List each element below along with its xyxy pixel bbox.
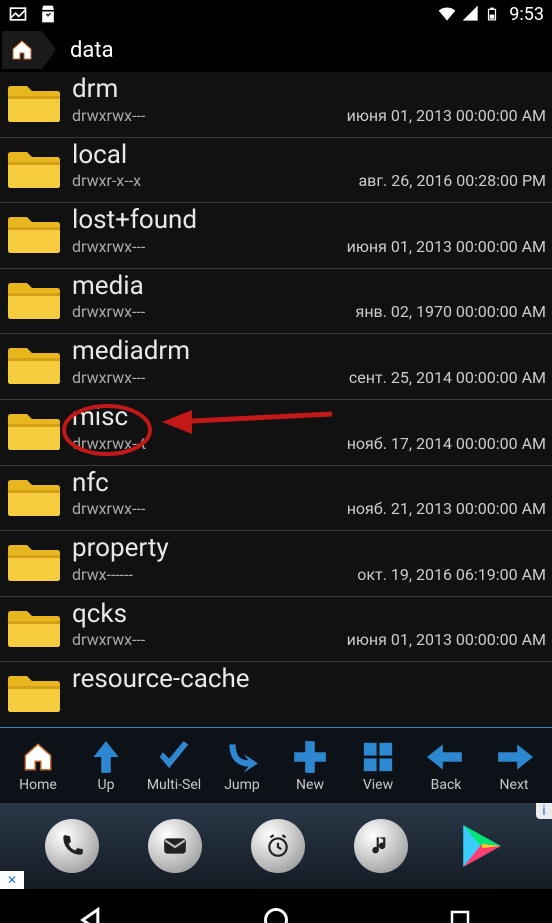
list-item[interactable]: media drwxrwx--- янв. 02, 1970 00:00:00 …	[0, 269, 552, 335]
navigation-bar	[0, 889, 552, 923]
ad-mail-icon	[148, 819, 202, 873]
file-date: авг. 26, 2016 00:28:00 PM	[358, 171, 546, 190]
grid-icon	[361, 740, 395, 774]
folder-icon	[6, 606, 62, 650]
breadcrumb-home-button[interactable]	[2, 31, 42, 69]
view-button[interactable]: View	[344, 737, 412, 793]
folder-icon	[6, 212, 62, 256]
up-button[interactable]: Up	[72, 737, 140, 793]
list-item[interactable]: lost+found drwxrwx--- июня 01, 2013 00:0…	[0, 203, 552, 269]
home-icon	[10, 38, 34, 62]
toolbar-label: Next	[500, 777, 529, 793]
left-arrow-icon	[427, 738, 465, 776]
picture-icon	[8, 4, 28, 24]
breadcrumb-path[interactable]: data	[70, 38, 114, 63]
file-date: окт. 19, 2016 06:19:00 AM	[357, 565, 546, 584]
toolbar-label: New	[296, 777, 324, 793]
file-name: media	[72, 272, 546, 301]
up-arrow-icon	[87, 738, 125, 776]
ad-close-button[interactable]: ✕	[0, 871, 24, 889]
ad-music-icon	[354, 819, 408, 873]
file-date: июня 01, 2013 00:00:00 AM	[347, 106, 546, 125]
ad-play-icon	[457, 821, 507, 871]
check-icon	[155, 738, 193, 776]
file-name: drm	[72, 75, 546, 104]
file-name: nfc	[72, 469, 546, 498]
folder-icon	[6, 475, 62, 519]
folder-icon	[6, 671, 62, 715]
toolbar-label: View	[363, 777, 393, 793]
battery-icon	[485, 4, 499, 24]
toolbar-label: Up	[98, 777, 115, 793]
list-item[interactable]: nfc drwxrwx--- нояб. 21, 2013 00:00:00 A…	[0, 466, 552, 532]
file-permissions: drwxrwx---	[72, 106, 145, 125]
nav-back-button[interactable]	[62, 900, 122, 923]
file-name: qcks	[72, 600, 546, 629]
file-permissions: drwxr-x--x	[72, 171, 141, 190]
next-button[interactable]: Next	[480, 737, 548, 793]
toolbar-label: Jump	[224, 777, 260, 793]
back-button[interactable]: Back	[412, 737, 480, 793]
folder-icon	[6, 81, 62, 125]
folder-icon	[6, 147, 62, 191]
jump-button[interactable]: Jump	[208, 737, 276, 793]
status-bar: 9:53	[0, 0, 552, 28]
file-name: mediadrm	[72, 337, 546, 366]
multisel-button[interactable]: Multi-Sel	[140, 737, 208, 793]
file-name: misc	[72, 403, 546, 432]
file-permissions: drwxrwx---	[72, 630, 145, 649]
signal-icon	[461, 4, 481, 24]
file-name: local	[72, 141, 546, 170]
list-item[interactable]: misc drwxrwx--t нояб. 17, 2014 00:00:00 …	[0, 400, 552, 466]
new-button[interactable]: New	[276, 737, 344, 793]
folder-icon	[6, 409, 62, 453]
ad-banner[interactable]: ✕ i	[0, 803, 552, 889]
list-item[interactable]: property drwx------ окт. 19, 2016 06:19:…	[0, 531, 552, 597]
jump-icon	[223, 738, 261, 776]
file-permissions: drwxrwx---	[72, 302, 145, 321]
file-permissions: drwx------	[72, 565, 133, 584]
toolbar-label: Home	[19, 777, 57, 793]
file-date: нояб. 21, 2013 00:00:00 AM	[347, 499, 546, 518]
clock: 9:53	[509, 4, 544, 25]
list-item[interactable]: mediadrm drwxrwx--- сент. 25, 2014 00:00…	[0, 334, 552, 400]
toolbar-label: Back	[431, 777, 462, 793]
breadcrumb: data	[0, 28, 552, 72]
file-permissions: drwxrwx---	[72, 368, 145, 387]
folder-icon	[6, 343, 62, 387]
home-icon	[21, 740, 55, 774]
toolbar: Home Up Multi-Sel Jump New View Back Nex…	[0, 728, 552, 803]
nav-home-button[interactable]	[246, 900, 306, 923]
ad-phone-icon	[45, 819, 99, 873]
store-icon	[38, 4, 58, 24]
file-list[interactable]: drm drwxrwx--- июня 01, 2013 00:00:00 AM…	[0, 72, 552, 728]
wifi-icon	[437, 4, 457, 24]
list-item[interactable]: qcks drwxrwx--- июня 01, 2013 00:00:00 A…	[0, 597, 552, 663]
file-date: июня 01, 2013 00:00:00 AM	[347, 237, 546, 256]
file-permissions: drwxrwx---	[72, 237, 145, 256]
plus-icon	[291, 738, 329, 776]
file-name: property	[72, 534, 546, 563]
list-item[interactable]: local drwxr-x--x авг. 26, 2016 00:28:00 …	[0, 138, 552, 204]
file-date: янв. 02, 1970 00:00:00 AM	[356, 302, 546, 321]
right-arrow-icon	[495, 738, 533, 776]
folder-icon	[6, 540, 62, 584]
file-permissions: drwxrwx--t	[72, 434, 146, 453]
file-date: нояб. 17, 2014 00:00:00 AM	[347, 434, 546, 453]
list-item[interactable]: resource-cache	[0, 662, 552, 728]
ad-alarm-icon	[251, 819, 305, 873]
file-permissions: drwxrwx---	[72, 499, 145, 518]
file-name: resource-cache	[72, 665, 546, 694]
folder-icon	[6, 278, 62, 322]
file-date: июня 01, 2013 00:00:00 AM	[347, 630, 546, 649]
list-item[interactable]: drm drwxrwx--- июня 01, 2013 00:00:00 AM	[0, 72, 552, 138]
home-button[interactable]: Home	[4, 737, 72, 793]
file-name: lost+found	[72, 206, 546, 235]
nav-recent-button[interactable]	[430, 900, 490, 923]
toolbar-label: Multi-Sel	[147, 777, 201, 793]
ad-info-button[interactable]: i	[536, 803, 552, 819]
file-date: сент. 25, 2014 00:00:00 AM	[349, 368, 546, 387]
